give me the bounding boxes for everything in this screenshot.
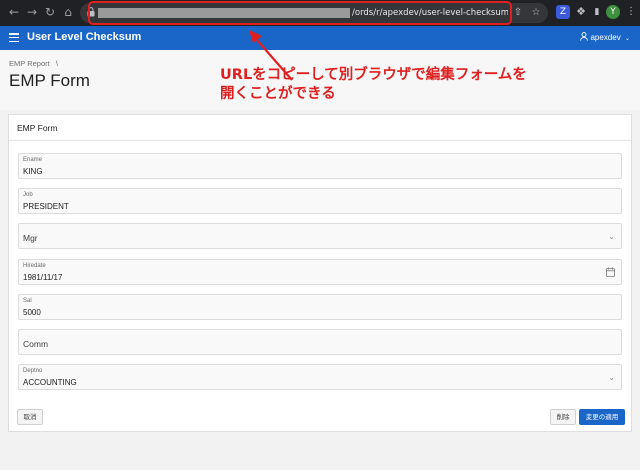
job-field[interactable]: Job PRESIDENT	[18, 188, 622, 214]
calendar-icon[interactable]	[606, 267, 615, 277]
chevron-down-icon: ⌄	[624, 36, 630, 42]
url-highlight-box	[88, 1, 512, 25]
mgr-select[interactable]: Mgr ⌄	[18, 223, 622, 249]
star-icon[interactable]: ☆	[530, 6, 542, 20]
chevron-down-icon: ⌄	[608, 373, 615, 382]
app-header: User Level Checksum apexdev ⌄	[0, 26, 640, 50]
ename-label: Ename	[23, 157, 43, 163]
page-title: EMP Form	[9, 71, 90, 90]
sal-value: 5000	[23, 308, 41, 317]
comm-label: Comm	[23, 339, 49, 349]
ename-value: KING	[23, 167, 43, 176]
sal-label: Sal	[23, 298, 32, 304]
comm-field[interactable]: Comm	[18, 329, 622, 355]
profile-avatar[interactable]: Y	[606, 5, 620, 19]
deptno-value: ACCOUNTING	[23, 378, 77, 387]
annotation-line-1: URLをコピーして別ブラウザで編集フォームを	[220, 67, 527, 83]
hiredate-field[interactable]: Hiredate 1981/11/17	[18, 259, 622, 285]
home-icon[interactable]: ⌂	[60, 4, 76, 20]
emp-form-region: EMP Form Ename KING Job PRESIDENT Mgr ⌄ …	[8, 114, 632, 432]
sal-field[interactable]: Sal 5000	[18, 294, 622, 320]
deptno-label: Deptno	[23, 368, 43, 374]
back-arrow-icon[interactable]: ←	[6, 4, 22, 20]
forward-arrow-icon[interactable]: →	[24, 4, 40, 20]
app-title[interactable]: User Level Checksum	[27, 31, 141, 43]
browser-toolbar: ← → ↻ ⌂ /ords/r/apexdev/user-level-check…	[0, 0, 640, 26]
reload-icon[interactable]: ↻	[42, 4, 58, 20]
sidebar-icon[interactable]: ▮	[590, 5, 604, 19]
breadcrumb-separator: \	[55, 59, 58, 68]
kebab-menu-icon[interactable]: ⋮	[624, 5, 638, 19]
share-icon[interactable]: ⇧	[512, 6, 524, 20]
hamburger-icon[interactable]	[9, 33, 19, 43]
chevron-down-icon: ⌄	[608, 232, 615, 241]
job-label: Job	[23, 192, 33, 198]
delete-button[interactable]: 削除	[550, 409, 576, 425]
hiredate-value: 1981/11/17	[23, 273, 63, 282]
cancel-button[interactable]: 取消	[17, 409, 43, 425]
breadcrumb: EMP Report \	[9, 59, 58, 68]
job-value: PRESIDENT	[23, 202, 69, 211]
annotation-line-2: 開くことができる	[220, 86, 336, 102]
user-icon	[580, 32, 589, 41]
deptno-select[interactable]: Deptno ACCOUNTING ⌄	[18, 364, 622, 390]
annotation-text: URLをコピーして別ブラウザで編集フォームを 開くことができる	[220, 66, 600, 104]
extension-z-icon[interactable]: Z	[556, 5, 570, 19]
puzzle-icon[interactable]: ❖	[574, 5, 588, 19]
apply-changes-button[interactable]: 変更の適用	[579, 409, 625, 425]
hiredate-label: Hiredate	[23, 263, 46, 269]
user-menu[interactable]: apexdev ⌄	[580, 32, 630, 42]
breadcrumb-link-emp-report[interactable]: EMP Report	[9, 59, 50, 68]
ename-field[interactable]: Ename KING	[18, 153, 622, 179]
mgr-label: Mgr	[23, 233, 38, 243]
region-title: EMP Form	[9, 115, 631, 141]
user-name: apexdev	[590, 33, 621, 42]
